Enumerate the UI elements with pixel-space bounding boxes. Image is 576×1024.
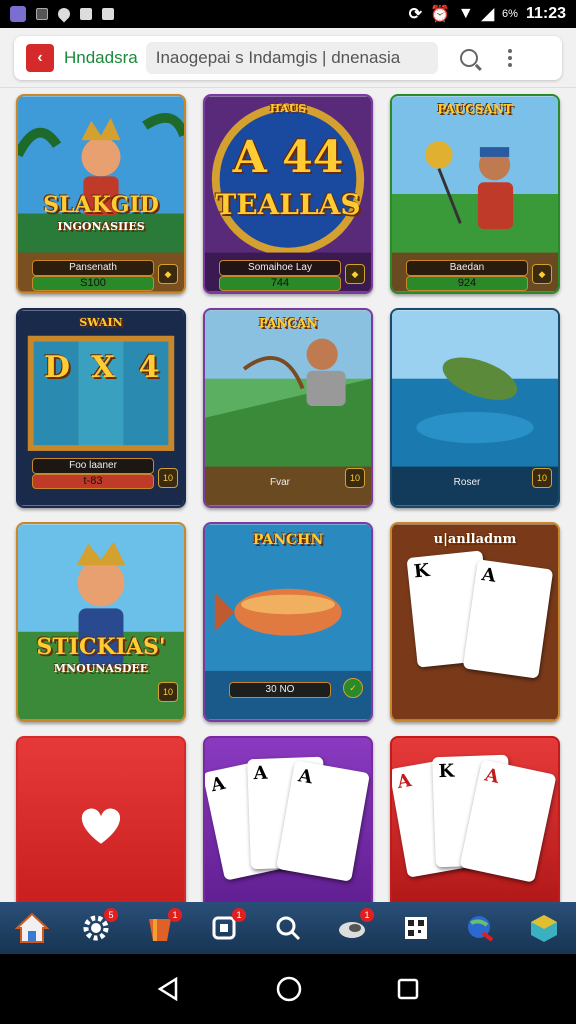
- browser-toolbar: ‹ Hndadsra Inaogepai s Indamgis | dnenas…: [0, 28, 576, 88]
- card-rank: A: [480, 564, 498, 587]
- shoe-icon[interactable]: 1: [334, 908, 374, 946]
- qr-icon[interactable]: [398, 910, 434, 946]
- tile-title: STICKIAS': [36, 634, 166, 660]
- tile-subtitle: TEALLAS: [215, 188, 361, 221]
- sync-icon: ⟳: [408, 6, 422, 23]
- tile-badge: 10: [158, 468, 178, 488]
- card-rank: A: [482, 764, 501, 788]
- bottom-nav: 5 1 1 1: [0, 902, 576, 954]
- tile-value: t-83: [32, 474, 154, 489]
- tile-value: 924: [406, 276, 528, 291]
- tile-badge: 10: [532, 468, 552, 488]
- overflow-menu-icon[interactable]: [507, 49, 512, 67]
- chest-icon: ◆: [158, 264, 178, 284]
- game-tile-pancan[interactable]: PANCAN Fvar 10: [203, 308, 373, 508]
- photo-icon: [102, 8, 114, 20]
- play-icon[interactable]: ✓: [343, 678, 363, 698]
- site-name: Hndadsra: [64, 48, 138, 67]
- chest-icon: ◆: [532, 264, 552, 284]
- reel-1: D: [43, 350, 70, 385]
- card-rank: K: [412, 559, 431, 583]
- battery-text: 6%: [502, 8, 518, 20]
- game-tile-stickias[interactable]: STICKIAS' MNOUNASDEE 10: [16, 522, 186, 722]
- alarm-icon: ⏰: [429, 6, 450, 23]
- tile-label: Roser: [453, 477, 481, 488]
- chat-icon[interactable]: 1: [206, 908, 246, 946]
- reel-3: 4: [138, 350, 160, 385]
- gallery-icon: [10, 6, 26, 22]
- location-icon: [55, 5, 73, 23]
- game-tile-cards-fish[interactable]: u|anlladnm K A: [390, 522, 560, 722]
- home-icon[interactable]: [14, 910, 50, 946]
- recents-icon[interactable]: [396, 977, 420, 1001]
- tile-badge: 10: [158, 682, 178, 702]
- card-rank: K: [438, 760, 455, 783]
- status-bar: ⟳ ⏰ ▼ ◢ 6% 11:23: [0, 0, 576, 28]
- url-field[interactable]: Inaogepai s Indamgis | dnenasia: [145, 42, 438, 74]
- card-rank: A: [253, 762, 268, 785]
- site-icon[interactable]: ‹: [26, 44, 54, 72]
- tile-header: HAUS: [269, 102, 307, 115]
- tile-value: 744: [219, 276, 341, 291]
- tile-header: PANCHN: [252, 532, 324, 548]
- tile-title: A 44: [232, 132, 344, 183]
- tile-label: Fvar: [270, 477, 290, 488]
- app-icon: [80, 8, 92, 20]
- search-icon[interactable]: [459, 49, 478, 67]
- tile-value: 30 NO: [229, 682, 331, 698]
- back-icon[interactable]: [156, 976, 182, 1002]
- game-tile-paucsant[interactable]: PAUCSANT Baedan 924 ◆: [390, 94, 560, 294]
- tile-badge: 10: [345, 468, 365, 488]
- tile-header: PANCAN: [258, 316, 318, 330]
- tile-header: SWAIN: [79, 316, 123, 329]
- cube-icon[interactable]: [526, 910, 562, 946]
- gear-icon[interactable]: 5: [78, 908, 118, 946]
- treasure-icon[interactable]: 1: [142, 908, 182, 946]
- clock: 11:23: [525, 5, 566, 22]
- tile-header: PAUCSANT: [437, 102, 513, 116]
- tile-label: Foo laaner: [32, 458, 154, 474]
- chest-icon: ◆: [345, 264, 365, 284]
- card-rank: A: [209, 772, 228, 797]
- card-rank: A: [395, 769, 414, 794]
- tile-subtitle: MNOUNASDEE: [53, 662, 149, 675]
- home-circle-icon[interactable]: [275, 975, 303, 1003]
- tile-value: S100: [32, 276, 154, 291]
- tile-subtitle: INGONASIIES: [57, 220, 145, 233]
- reel-2: X: [91, 350, 115, 385]
- notification-badge: 1: [232, 908, 246, 922]
- tile-header: u|anlladnm: [433, 532, 517, 547]
- globe-icon[interactable]: [462, 910, 498, 946]
- game-grid: SLAKGID INGONASIIES Pansenath S100 ◆ HAU…: [16, 94, 560, 936]
- game-tile-slakgid[interactable]: SLAKGID INGONASIIES Pansenath S100 ◆: [16, 94, 186, 294]
- game-tile-roser[interactable]: Roser 10: [390, 308, 560, 508]
- notification-badge: 1: [168, 908, 182, 922]
- playing-card: A: [462, 559, 554, 679]
- search-icon[interactable]: [270, 910, 306, 946]
- tile-title: SLAKGID: [43, 192, 159, 218]
- card-rank: A: [296, 765, 315, 789]
- tile-label: Baedan: [406, 260, 528, 276]
- system-nav-bar: [0, 954, 576, 1024]
- notification-badge: 5: [104, 908, 118, 922]
- signal-icon: ◢: [481, 6, 495, 23]
- tile-label: Pansenath: [32, 260, 154, 276]
- tile-label: Somaihoe Lay: [219, 260, 341, 276]
- game-tile-swain-slots[interactable]: SWAIN D X 4 Foo laaner t-83 10: [16, 308, 186, 508]
- game-tile-a44[interactable]: HAUS A 44 TEALLAS Somaihoe Lay 744 ◆: [203, 94, 373, 294]
- notification-badge: 1: [360, 908, 374, 922]
- notification-icon: [36, 8, 48, 20]
- game-tile-panchn[interactable]: PANCHN 30 NO ✓: [203, 522, 373, 722]
- wifi-icon: ▼: [457, 5, 474, 22]
- url-bar[interactable]: ‹ Hndadsra Inaogepai s Indamgis | dnenas…: [14, 36, 562, 80]
